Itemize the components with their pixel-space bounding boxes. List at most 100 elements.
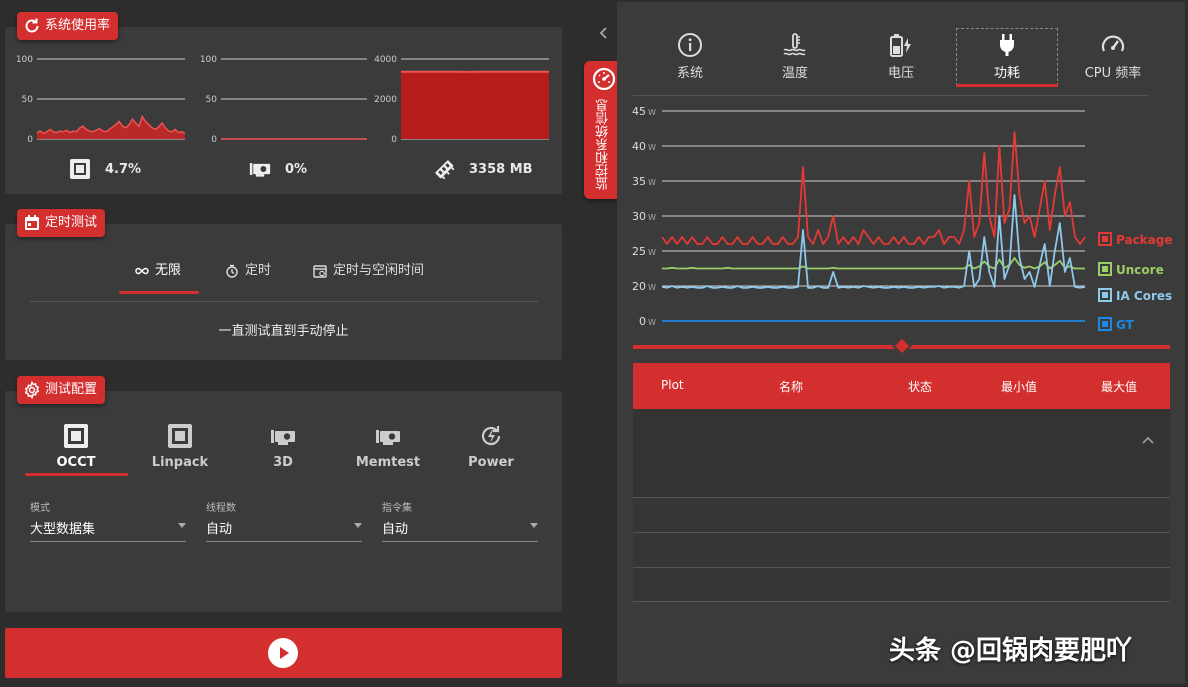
gear-icon <box>24 381 40 399</box>
cpu-usage-stat: 4.7% <box>69 157 141 181</box>
tab-timed-idle[interactable]: 定时与空闲时间 <box>313 260 424 282</box>
memory-usage-stat: 3358 MB <box>433 157 533 181</box>
tab-temperature-label: 温度 <box>781 66 808 81</box>
y-tick-label: 0 <box>391 135 397 145</box>
calendar-icon <box>25 215 39 230</box>
y-tick-label: 2000 <box>374 95 397 105</box>
tab-memtest[interactable]: Memtest <box>348 423 428 470</box>
y-tick-label: 30 <box>632 210 646 223</box>
threads-value-text: 自动 <box>206 522 233 537</box>
chevron-up-icon[interactable] <box>1141 435 1155 445</box>
cpu-usage-chart: 100 50 0 <box>7 53 189 145</box>
active-tab-indicator <box>25 473 128 476</box>
column-min[interactable]: 最小值 <box>1001 378 1037 395</box>
gpu-icon <box>376 430 400 445</box>
y-tick-label: 4000 <box>374 55 397 65</box>
usage-title: 系统使用率 <box>45 18 111 33</box>
splitter-handle[interactable] <box>892 336 912 356</box>
mode-label: 模式 <box>30 503 50 514</box>
tab-3d[interactable]: 3D <box>243 423 323 470</box>
monitoring-side-tab-label: 监控和系统信息 <box>596 99 611 191</box>
y-tick-label: 100 <box>16 55 33 65</box>
instruction-set-value-text: 自动 <box>382 522 409 537</box>
table-row[interactable] <box>633 498 1170 533</box>
mode-select[interactable]: 模式 大型数据集 <box>30 499 186 542</box>
tab-occt[interactable]: OCCT <box>36 423 116 470</box>
tab-occt-label: OCCT <box>56 455 96 470</box>
timed-title: 定时测试 <box>45 215 98 230</box>
tab-infinite[interactable]: 无限 <box>135 260 181 282</box>
table-row[interactable] <box>633 409 1170 498</box>
chevron-left-icon[interactable] <box>597 26 611 40</box>
legend-label: Package <box>1116 233 1172 247</box>
column-name[interactable]: 名称 <box>779 378 803 395</box>
dropdown-arrow-icon <box>530 523 538 528</box>
column-status[interactable]: 状态 <box>908 378 932 395</box>
y-tick-label: 35 <box>632 175 646 188</box>
refresh-icon <box>25 18 39 33</box>
memory-icon <box>435 160 455 180</box>
timed-test-panel: 无限 定时 定时与空闲时间 一直测试直到手动停止 <box>5 224 562 360</box>
power-plug-icon <box>1000 34 1014 56</box>
timed-title-badge: 定时测试 <box>17 209 106 237</box>
legend-item-gt[interactable]: GT <box>1098 317 1135 332</box>
tab-linpack[interactable]: Linpack <box>140 423 220 470</box>
tab-power-consumption[interactable]: 功耗 <box>962 32 1052 81</box>
dropdown-arrow-icon <box>178 523 186 528</box>
y-tick-unit: W <box>648 178 656 187</box>
legend-swatch <box>1102 321 1108 327</box>
y-tick-unit: W <box>648 283 656 292</box>
power-chart-svg: 45 W40 W35 W30 W25 W20 W0 WPackageUncoreIA Core… <box>632 105 1173 332</box>
tab-system[interactable]: 系统 <box>645 32 735 81</box>
battery-charging-icon <box>890 34 911 57</box>
y-tick-label: 50 <box>22 95 34 105</box>
legend-item-ia-cores[interactable]: IA Cores <box>1098 288 1172 303</box>
tab-timed-idle-label: 定时与空闲时间 <box>333 263 425 278</box>
sensor-table-header: Plot 名称 状态 最小值 最大值 <box>633 363 1170 409</box>
mode-value-text: 大型数据集 <box>30 522 96 537</box>
tab-temperature[interactable]: 温度 <box>750 32 840 81</box>
watermark: 头条 @回锅肉要肥吖 <box>889 636 1133 666</box>
series-line-package <box>661 131 1086 245</box>
tab-cpu-frequency[interactable]: CPU 频率 <box>1068 32 1158 81</box>
legend-label: IA Cores <box>1116 289 1172 303</box>
power-chart: 45 W 40 W 35 W 30 W 25 W 20 W 0 W Package Uncore IA Core… <box>627 102 1173 338</box>
y-tick-label: 25 <box>632 245 646 258</box>
tab-voltage[interactable]: 电压 <box>856 32 946 81</box>
legend-swatch <box>1102 292 1108 298</box>
threads-label: 线程数 <box>206 503 236 514</box>
legend-label: GT <box>1116 318 1135 332</box>
tab-power[interactable]: Power <box>451 423 531 470</box>
legend-item-uncore[interactable]: Uncore <box>1098 262 1164 277</box>
config-title: 测试配置 <box>45 382 98 397</box>
active-tab-indicator <box>956 84 1058 87</box>
gpu-usage-svg: 100 50 0 <box>200 55 367 145</box>
divider <box>30 301 538 302</box>
mode-value[interactable]: 大型数据集 <box>30 518 186 542</box>
cpu-icon <box>64 424 88 448</box>
gpu-usage-stat: 0% <box>249 157 307 181</box>
column-max[interactable]: 最大值 <box>1101 378 1137 395</box>
instruction-set-label: 指令集 <box>382 503 412 514</box>
y-tick-unit: W <box>648 143 656 152</box>
instruction-set-select[interactable]: 指令集 自动 <box>382 499 538 542</box>
cpu-icon <box>70 159 90 179</box>
memory-usage-area <box>401 71 549 139</box>
usage-panel: 100 50 0 100 50 0 4000 2000 0 4.7% 0% 3358 MB <box>5 27 562 194</box>
tab-timed[interactable]: 定时 <box>225 260 271 282</box>
threads-value[interactable]: 自动 <box>206 518 362 542</box>
table-row[interactable] <box>633 533 1170 568</box>
threads-select[interactable]: 线程数 自动 <box>206 499 362 542</box>
instruction-set-value[interactable]: 自动 <box>382 518 538 542</box>
memory-usage-value: 3358 MB <box>469 161 533 177</box>
memory-usage-chart: 4000 2000 0 <box>371 53 553 145</box>
tab-3d-label: 3D <box>273 455 293 470</box>
start-test-button[interactable] <box>5 628 562 678</box>
speedometer-icon <box>592 67 616 91</box>
column-plot[interactable]: Plot <box>661 378 684 392</box>
table-row[interactable] <box>633 568 1170 602</box>
memory-usage-svg: 4000 2000 0 <box>374 55 549 145</box>
cpu-usage-value: 4.7% <box>105 161 142 177</box>
gpu-usage-chart: 100 50 0 <box>191 53 371 145</box>
legend-item-package[interactable]: Package <box>1098 232 1173 247</box>
